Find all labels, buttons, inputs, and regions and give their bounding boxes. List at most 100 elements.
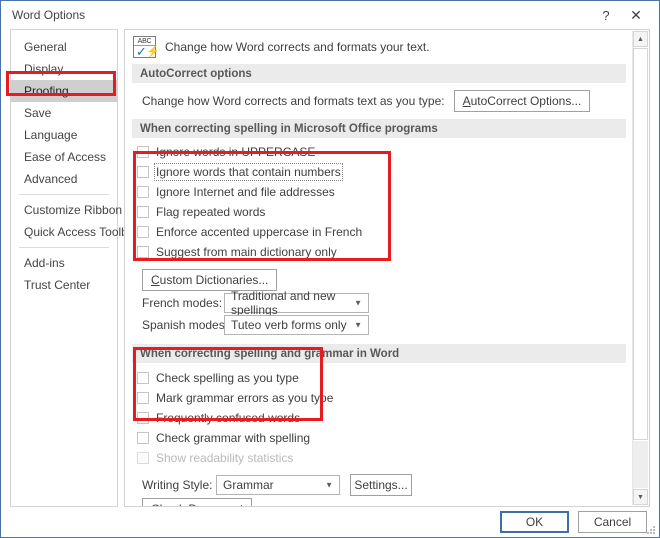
dialog-title: Word Options <box>12 7 86 22</box>
custom-dictionaries-button[interactable]: Custom Dictionaries... <box>142 269 278 291</box>
sidebar-item-proofing[interactable]: Proofing <box>11 80 117 102</box>
grammar-settings-button-label: Settings... <box>354 478 408 492</box>
custom-dictionaries-button-label-rest: ustom Dictionaries... <box>159 273 269 287</box>
section-header-word-grammar: When correcting spelling and grammar in … <box>132 344 626 363</box>
sidebar-item-ease-of-access[interactable]: Ease of Access <box>11 146 117 168</box>
title-bar: Word Options ? ✕ <box>1 1 659 28</box>
checkbox-flag-repeated-words[interactable]: Flag repeated words <box>125 204 633 220</box>
checkbox-check-spelling-as-you-type[interactable]: Check spelling as you type <box>125 370 633 386</box>
checkbox-label: Suggest from main dictionary only <box>156 245 337 259</box>
checkbox-label: Check grammar with spelling <box>156 431 311 445</box>
checkbox-label: Show readability statistics <box>156 451 294 465</box>
checkbox-mark-grammar-errors-as-you-type[interactable]: Mark grammar errors as you type <box>125 390 633 406</box>
french-modes-value: Traditional and new spellings <box>231 289 336 317</box>
custom-dictionaries-row: Custom Dictionaries... <box>125 268 633 292</box>
checkbox-check-grammar-with-spelling[interactable]: Check grammar with spelling <box>125 430 633 446</box>
sidebar-item-label: Save <box>24 106 52 120</box>
sidebar-item-label: Ease of Access <box>24 150 107 164</box>
french-modes-dropdown[interactable]: Traditional and new spellings ▼ <box>224 289 369 317</box>
scrollbar-thumb[interactable] <box>633 48 648 440</box>
grammar-settings-button[interactable]: Settings... <box>350 474 412 496</box>
sidebar-divider <box>19 247 109 248</box>
checkbox-label: Mark grammar errors as you type <box>156 391 334 405</box>
checkbox-box[interactable] <box>137 432 149 444</box>
dialog-footer: OK Cancel <box>1 507 659 537</box>
sidebar-item-customize-ribbon[interactable]: Customize Ribbon <box>11 199 122 221</box>
checkbox-ignore-uppercase[interactable]: Ignore words in UPPERCASE <box>125 144 633 160</box>
autocorrect-options-button[interactable]: AutoCorrect Options... <box>453 90 591 112</box>
checkbox-box <box>137 452 149 464</box>
checkbox-label: Ignore words in UPPERCASE <box>156 145 316 159</box>
sidebar-item-add-ins[interactable]: Add-ins <box>11 252 117 274</box>
checkbox-box[interactable] <box>137 226 149 238</box>
sidebar-item-quick-access-toolbar[interactable]: Quick Access Toolbar <box>11 221 139 243</box>
sidebar-item-advanced[interactable]: Advanced <box>11 168 117 190</box>
ok-button[interactable]: OK <box>500 511 569 533</box>
sidebar-item-trust-center[interactable]: Trust Center <box>11 274 117 296</box>
checkbox-box[interactable] <box>137 412 149 424</box>
autocorrect-description: Change how Word corrects and formats tex… <box>142 94 445 108</box>
spanish-modes-value: Tuteo verb forms only <box>231 318 347 332</box>
sidebar-item-label: Display <box>24 62 64 76</box>
chevron-down-icon: ▼ <box>354 298 362 308</box>
checkbox-enforce-accented-uppercase-french[interactable]: Enforce accented uppercase in French <box>125 224 633 240</box>
french-modes-label: French modes: <box>142 296 223 310</box>
checkbox-box[interactable] <box>137 372 149 384</box>
resize-grip[interactable] <box>647 526 656 535</box>
sidebar-item-label: Add-ins <box>24 256 65 270</box>
accel-char: C <box>151 273 160 287</box>
checkbox-box[interactable] <box>137 392 149 404</box>
abc-spellcheck-icon: ABC ✓ ⚡ <box>133 36 160 58</box>
checkbox-label: Enforce accented uppercase in French <box>156 225 363 239</box>
checkbox-label: Flag repeated words <box>156 205 266 219</box>
intro-text: Change how Word corrects and formats you… <box>165 40 430 54</box>
spanish-modes-row: Spanish modes: Tuteo verb forms only ▼ <box>125 314 633 336</box>
sidebar-item-label: Quick Access Toolbar <box>24 225 139 239</box>
scrollbar-track[interactable] <box>633 441 648 488</box>
cancel-button[interactable]: Cancel <box>578 511 647 533</box>
proofing-intro: ABC ✓ ⚡ Change how Word corrects and for… <box>125 30 633 64</box>
checkbox-box[interactable] <box>137 146 149 158</box>
sidebar-item-save[interactable]: Save <box>11 102 117 124</box>
sidebar-item-language[interactable]: Language <box>11 124 117 146</box>
sidebar-item-label: Trust Center <box>24 278 91 292</box>
accel-char: A <box>462 94 471 108</box>
writing-style-label: Writing Style: <box>142 478 213 492</box>
options-sidebar: General Display Proofing Save Language E… <box>10 29 139 507</box>
checkbox-box[interactable] <box>137 186 149 198</box>
close-icon[interactable]: ✕ <box>625 5 647 25</box>
checkbox-box[interactable] <box>137 206 149 218</box>
writing-style-dropdown[interactable]: Grammar ▼ <box>216 475 340 495</box>
writing-style-value: Grammar <box>223 478 274 492</box>
checkbox-suggest-from-main-dictionary-only[interactable]: Suggest from main dictionary only <box>125 244 633 260</box>
options-content-panel: ABC ✓ ⚡ Change how Word corrects and for… <box>124 29 650 507</box>
checkbox-label: Ignore Internet and file addresses <box>156 185 335 199</box>
help-icon[interactable]: ? <box>595 5 617 25</box>
word-options-dialog: Word Options ? ✕ General Display Proofin… <box>0 0 660 538</box>
checkbox-ignore-internet-file-addresses[interactable]: Ignore Internet and file addresses <box>125 184 633 200</box>
sidebar-item-label: Customize Ribbon <box>24 203 123 217</box>
sidebar-item-general[interactable]: General <box>11 36 117 58</box>
cancel-button-label: Cancel <box>593 515 632 529</box>
checkbox-box[interactable] <box>137 246 149 258</box>
sidebar-divider <box>19 194 109 195</box>
scroll-down-arrow-icon[interactable]: ▼ <box>633 489 648 505</box>
checkbox-show-readability-statistics: Show readability statistics <box>125 450 633 466</box>
content-scrollbar[interactable]: ▲ ▼ <box>632 31 648 505</box>
checkbox-label: Frequently confused words <box>156 411 301 425</box>
checkbox-label: Ignore words that contain numbers <box>154 163 343 181</box>
section-header-office-spelling: When correcting spelling in Microsoft Of… <box>132 119 626 138</box>
spanish-modes-dropdown[interactable]: Tuteo verb forms only ▼ <box>224 315 369 335</box>
checkbox-box[interactable] <box>137 166 149 178</box>
section-header-autocorrect: AutoCorrect options <box>132 64 626 83</box>
checkbox-frequently-confused-words[interactable]: Frequently confused words <box>125 410 633 426</box>
scroll-up-arrow-icon[interactable]: ▲ <box>633 31 648 47</box>
checkbox-ignore-words-with-numbers[interactable]: Ignore words that contain numbers <box>125 163 633 181</box>
check-document-button[interactable]: Check Document <box>142 498 253 506</box>
writing-style-row: Writing Style: Grammar ▼ Settings... <box>125 473 633 497</box>
sidebar-item-label: Advanced <box>24 172 78 186</box>
spanish-modes-label: Spanish modes: <box>142 318 229 332</box>
sidebar-item-display[interactable]: Display <box>11 58 117 80</box>
autocorrect-options-button-label-rest: utoCorrect Options... <box>470 94 582 108</box>
sidebar-item-label: Proofing <box>24 84 69 98</box>
